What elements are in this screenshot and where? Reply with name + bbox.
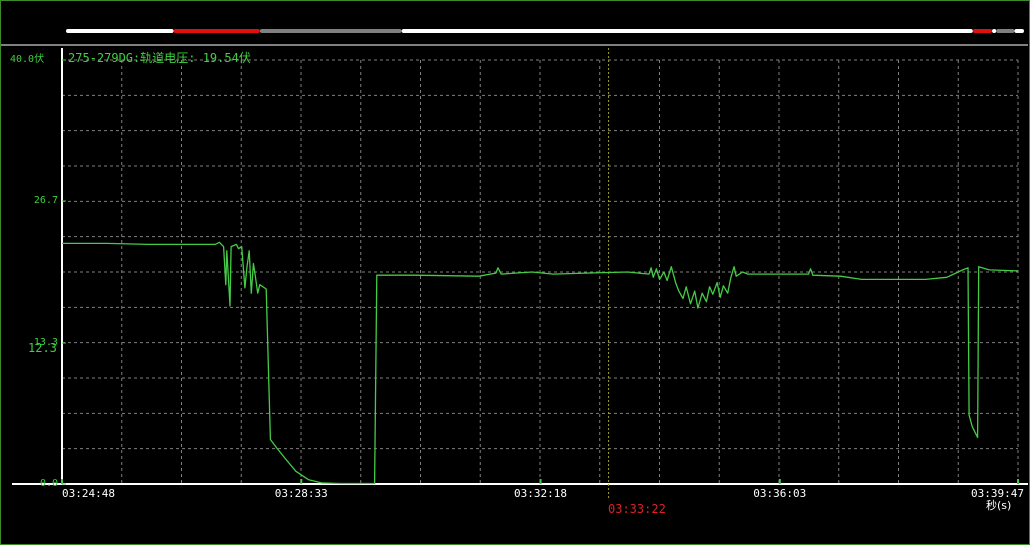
y-tick-label: 40.0伏 (10, 54, 45, 65)
y-tick-label: 13.3 (33, 337, 58, 349)
x-tick-label: 03:39:47 (971, 487, 1024, 500)
y-tick-label: 0.0 (39, 478, 58, 489)
track-voltage-reading: 275-279DG:轨道电压: 19.54伏 (68, 51, 251, 65)
x-axis-unit-label: 秒(s) (986, 499, 1012, 512)
voltage-plot[interactable] (0, 0, 1030, 545)
waveform-viewer: 275-279DG:轨道电压: 19.54伏 12.3 03:33:22 秒(s… (0, 0, 1030, 545)
x-tick-label: 03:32:18 (514, 487, 568, 500)
x-tick-label: 03:28:33 (274, 487, 328, 500)
cursor-time-label: 03:33:22 (608, 502, 666, 516)
x-tick-label: 03:24:48 (62, 487, 115, 500)
x-tick-label: 03:36:03 (753, 487, 807, 500)
y-tick-label: 26.7 (33, 194, 58, 206)
